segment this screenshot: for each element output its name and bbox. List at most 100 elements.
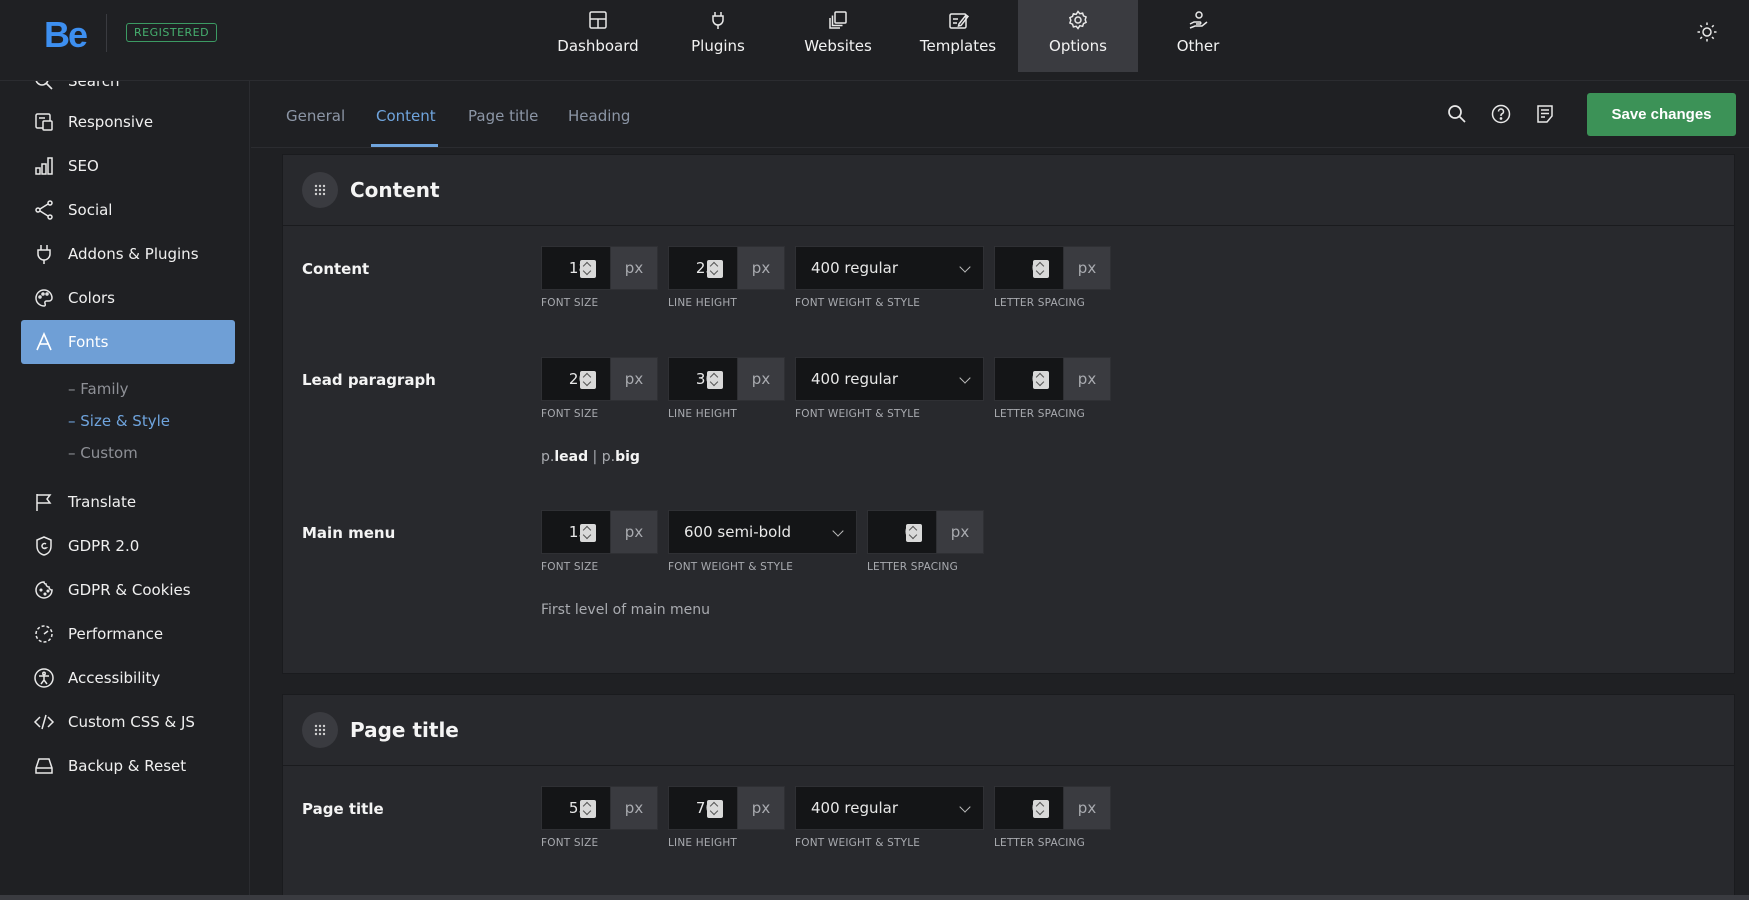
topnav-label: Dashboard xyxy=(557,37,639,55)
topnav-dashboard[interactable]: Dashboard xyxy=(538,0,658,72)
tab-page-title[interactable]: Page title xyxy=(468,107,538,125)
plug-icon xyxy=(37,245,51,264)
spinner-icon[interactable] xyxy=(580,800,596,818)
line-height-input[interactable]: 30 xyxy=(668,357,738,401)
performance-icon xyxy=(35,625,53,643)
top-bar: Be REGISTERED Dashboard Plugins Websites… xyxy=(0,0,1749,81)
cookie-icon xyxy=(35,581,53,599)
help-icon[interactable] xyxy=(1490,103,1512,125)
topnav-other[interactable]: Other xyxy=(1138,0,1258,72)
spinner-icon[interactable] xyxy=(580,260,596,278)
sidebar-subitem-size-style[interactable]: – Size & Style xyxy=(68,412,170,430)
spinner-icon[interactable] xyxy=(1033,260,1049,278)
sidebar-subitem-label: Size & Style xyxy=(80,412,170,430)
sidebar-item-seo[interactable]: SEO xyxy=(21,144,235,188)
font-size-input[interactable]: 20 xyxy=(541,357,611,401)
chevron-down-icon xyxy=(959,801,971,813)
spinner-icon[interactable] xyxy=(1033,800,1049,818)
sidebar-item-label: Responsive xyxy=(68,113,154,131)
spinner-icon[interactable] xyxy=(707,800,723,818)
sidebar-item-translate[interactable]: Translate xyxy=(21,480,235,524)
spinner-icon[interactable] xyxy=(707,260,723,278)
sidebar-item-backup[interactable]: Backup & Reset xyxy=(21,744,235,788)
topnav-plugins[interactable]: Plugins xyxy=(658,0,778,72)
letter-spacing-input[interactable]: 0 xyxy=(994,786,1064,830)
font-weight-select[interactable]: 600 semi-bold xyxy=(668,510,857,554)
tab-general[interactable]: General xyxy=(286,107,345,125)
sidebar-item-colors[interactable]: Colors xyxy=(21,276,235,320)
sidebar-item-social[interactable]: Social xyxy=(21,188,235,232)
topnav-label: Other xyxy=(1176,37,1220,55)
divider xyxy=(106,14,107,52)
sidebar-item-gdpr-cookies[interactable]: GDPR & Cookies xyxy=(21,568,235,612)
sidebar-item-addons[interactable]: Addons & Plugins xyxy=(21,232,235,276)
topnav-label: Websites xyxy=(804,37,872,55)
field-caption: FONT WEIGHT & STYLE xyxy=(668,561,794,573)
registered-badge: REGISTERED xyxy=(126,23,218,42)
sidebar: Search Responsive SEO Social Addons & Pl… xyxy=(0,81,250,900)
sidebar-subitem-family[interactable]: – Family xyxy=(68,380,129,398)
field-caption: FONT WEIGHT & STYLE xyxy=(795,297,921,309)
palette-icon xyxy=(35,289,53,307)
other-icon xyxy=(1189,11,1208,29)
sidebar-item-gdpr[interactable]: GDPR 2.0 xyxy=(21,524,235,568)
sidebar-item-label: GDPR 2.0 xyxy=(68,537,140,555)
save-button[interactable]: Save changes xyxy=(1587,93,1736,136)
lead-hint: p.lead | p.big xyxy=(541,449,640,465)
share-icon xyxy=(35,200,53,220)
field-caption: FONT WEIGHT & STYLE xyxy=(795,408,921,420)
panel-title: Content xyxy=(350,178,440,202)
gear-icon xyxy=(1068,10,1088,30)
sidebar-item-label: Custom CSS & JS xyxy=(68,713,195,731)
topnav-templates[interactable]: Templates xyxy=(898,0,1018,72)
spinner-icon[interactable] xyxy=(707,371,723,389)
sun-icon[interactable] xyxy=(1696,21,1718,43)
font-weight-select[interactable]: 400 regular xyxy=(795,357,984,401)
font-size-input[interactable]: 15 xyxy=(541,510,611,554)
sidebar-item-responsive[interactable]: Responsive xyxy=(21,100,235,144)
panel-header: Content xyxy=(283,155,1734,226)
field-caption: FONT SIZE xyxy=(541,297,599,309)
notes-icon[interactable] xyxy=(1534,103,1556,125)
drag-handle-icon[interactable] xyxy=(302,712,338,748)
spinner-icon[interactable] xyxy=(1033,371,1049,389)
panel-title: Page title xyxy=(350,718,459,742)
page-title-panel: Page title Page title 55 px FONT SIZE 70… xyxy=(282,694,1735,900)
row-label: Main menu xyxy=(302,524,396,542)
tab-heading[interactable]: Heading xyxy=(568,107,630,125)
search-icon[interactable] xyxy=(1446,103,1468,125)
font-size-input[interactable]: 18 xyxy=(541,246,611,290)
topnav-options[interactable]: Options xyxy=(1018,0,1138,72)
drag-handle-icon[interactable] xyxy=(302,172,338,208)
menu-hint: First level of main menu xyxy=(541,602,711,618)
sidebar-item-performance[interactable]: Performance xyxy=(21,612,235,656)
bottom-scroll-strip xyxy=(0,895,1749,900)
line-height-input[interactable]: 70 xyxy=(668,786,738,830)
logo[interactable]: Be xyxy=(44,14,88,56)
letter-spacing-input[interactable]: 0 xyxy=(867,510,937,554)
sidebar-subitem-label: Custom xyxy=(80,444,138,462)
spinner-icon[interactable] xyxy=(580,524,596,542)
plug-icon xyxy=(712,12,724,29)
sidebar-item-accessibility[interactable]: Accessibility xyxy=(21,656,235,700)
font-weight-select[interactable]: 400 regular xyxy=(795,786,984,830)
field-caption: LETTER SPACING xyxy=(994,408,1085,420)
font-weight-select[interactable]: 400 regular xyxy=(795,246,984,290)
tab-content[interactable]: Content xyxy=(376,107,436,125)
letter-spacing-input[interactable]: 0 xyxy=(994,246,1064,290)
row-label: Lead paragraph xyxy=(302,371,436,389)
topnav-label: Options xyxy=(1049,37,1107,55)
sidebar-item-label: Fonts xyxy=(68,333,109,351)
spinner-icon[interactable] xyxy=(580,371,596,389)
dashboard-icon xyxy=(589,11,607,29)
letter-spacing-input[interactable]: 0 xyxy=(994,357,1064,401)
sidebar-item-fonts[interactable]: Fonts xyxy=(21,320,235,364)
spinner-icon[interactable] xyxy=(906,524,922,542)
sidebar-item-custom-css[interactable]: Custom CSS & JS xyxy=(21,700,235,744)
flag-icon xyxy=(36,494,52,511)
line-height-input[interactable]: 25 xyxy=(668,246,738,290)
font-size-input[interactable]: 55 xyxy=(541,786,611,830)
topnav-websites[interactable]: Websites xyxy=(778,0,898,72)
sidebar-item-label: Accessibility xyxy=(68,669,161,687)
sidebar-subitem-custom[interactable]: – Custom xyxy=(68,444,138,462)
